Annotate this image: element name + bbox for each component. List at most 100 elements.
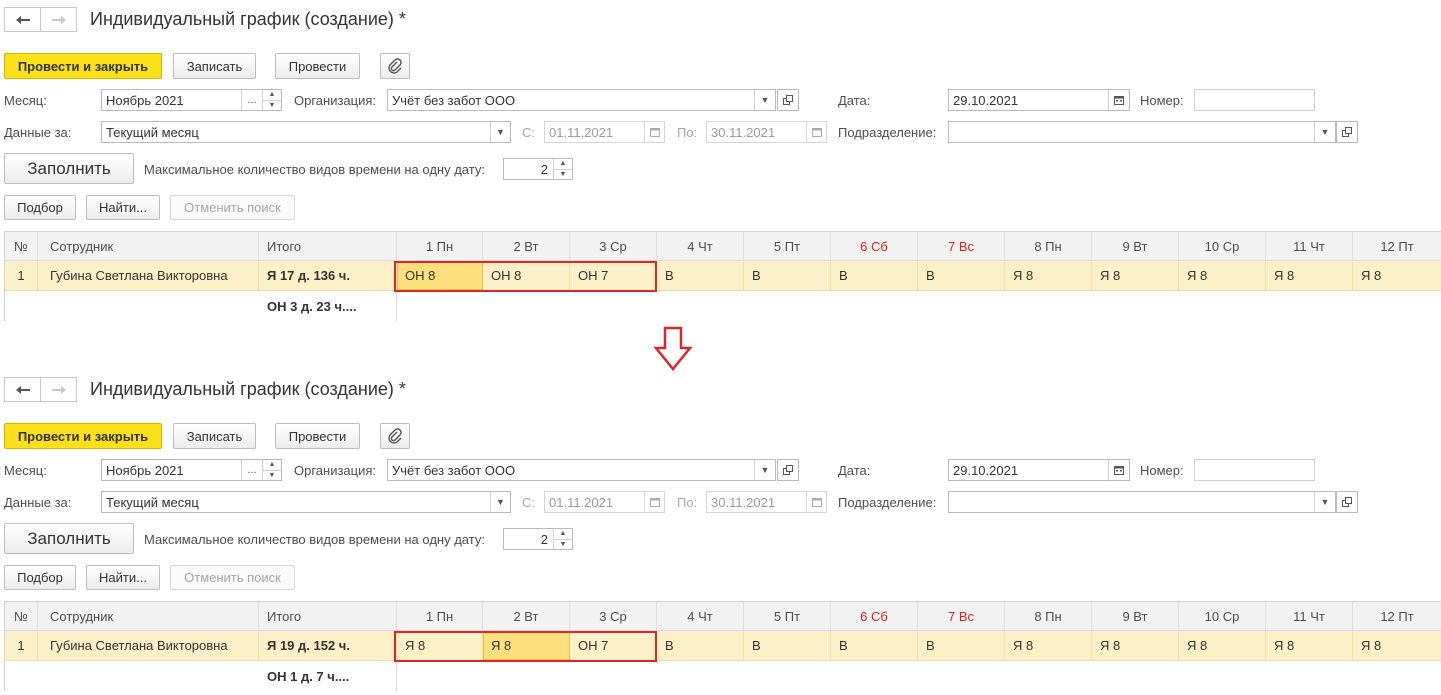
date-field[interactable]: 29.10.2021: [948, 459, 1109, 481]
max-types-field[interactable]: 2: [503, 528, 554, 550]
date-picker-button[interactable]: [1108, 89, 1130, 111]
month-select-button[interactable]: ...: [241, 459, 263, 481]
department-open-button[interactable]: [1336, 491, 1358, 513]
column-header-day[interactable]: 7 Вс: [918, 232, 1005, 260]
month-field[interactable]: Ноябрь 2021: [101, 459, 242, 481]
column-header-day[interactable]: 9 Вт: [1092, 232, 1179, 260]
column-header-num[interactable]: №: [5, 232, 38, 260]
day-cell[interactable]: Я 8: [1092, 631, 1179, 660]
organization-field[interactable]: Учёт без забот ООО: [387, 459, 755, 481]
column-header-day[interactable]: 12 Пт: [1353, 232, 1441, 260]
column-header-total[interactable]: Итого: [259, 602, 397, 630]
data-for-dropdown-button[interactable]: ▼: [490, 491, 511, 513]
day-cell[interactable]: Я 8: [1266, 631, 1353, 660]
column-header-day[interactable]: 1 Пн: [397, 232, 483, 260]
table-row[interactable]: 1 Губина Светлана Викторовна Я 17 д. 136…: [5, 261, 1441, 291]
cancel-search-button[interactable]: Отменить поиск: [170, 565, 295, 590]
forward-button[interactable]: [41, 377, 77, 402]
day-cell[interactable]: Я 8: [1353, 261, 1441, 290]
column-header-day[interactable]: 4 Чт: [657, 602, 744, 630]
day-cell[interactable]: Я 8: [1179, 261, 1266, 290]
organization-field[interactable]: Учёт без забот ООО: [387, 89, 755, 111]
organization-dropdown-button[interactable]: ▼: [754, 89, 776, 111]
column-header-employee[interactable]: Сотрудник: [38, 602, 259, 630]
to-date-field[interactable]: 30.11.2021: [706, 491, 807, 513]
day-cell[interactable]: В: [744, 261, 831, 290]
month-select-button[interactable]: ...: [241, 89, 263, 111]
data-for-field[interactable]: Текущий месяц: [101, 121, 491, 143]
column-header-total[interactable]: Итого: [259, 232, 397, 260]
day-cell[interactable]: Я 8: [1005, 261, 1092, 290]
day-cell[interactable]: В: [918, 261, 1005, 290]
spin-down-icon[interactable]: ▼: [263, 470, 281, 480]
day-cell[interactable]: Я 8: [1005, 631, 1092, 660]
day-cell[interactable]: В: [831, 631, 918, 660]
max-types-field[interactable]: 2: [503, 158, 554, 180]
column-header-day[interactable]: 4 Чт: [657, 232, 744, 260]
column-header-day[interactable]: 7 Вс: [918, 602, 1005, 630]
find-button[interactable]: Найти...: [86, 565, 160, 590]
fill-button[interactable]: Заполнить: [4, 523, 134, 554]
column-header-day[interactable]: 11 Чт: [1266, 232, 1353, 260]
column-header-day[interactable]: 12 Пт: [1353, 602, 1441, 630]
spin-up-icon[interactable]: ▲: [554, 529, 572, 539]
back-button[interactable]: [4, 377, 41, 402]
spin-down-icon[interactable]: ▼: [263, 100, 281, 110]
forward-button[interactable]: [41, 7, 77, 32]
spin-up-icon[interactable]: ▲: [263, 90, 281, 100]
data-for-dropdown-button[interactable]: ▼: [490, 121, 511, 143]
save-button[interactable]: Записать: [173, 423, 256, 449]
fill-button[interactable]: Заполнить: [4, 153, 134, 184]
to-date-picker-button[interactable]: [806, 491, 827, 513]
from-date-picker-button[interactable]: [644, 491, 665, 513]
column-header-day[interactable]: 9 Вт: [1092, 602, 1179, 630]
select-button[interactable]: Подбор: [4, 565, 76, 590]
to-date-picker-button[interactable]: [806, 121, 827, 143]
date-picker-button[interactable]: [1108, 459, 1130, 481]
post-and-close-button[interactable]: Провести и закрыть: [4, 423, 162, 449]
save-button[interactable]: Записать: [173, 53, 256, 79]
column-header-day[interactable]: 3 Ср: [570, 602, 657, 630]
post-and-close-button[interactable]: Провести и закрыть: [4, 53, 162, 79]
post-button[interactable]: Провести: [275, 53, 360, 79]
from-date-field[interactable]: 01.11.2021: [544, 491, 645, 513]
find-button[interactable]: Найти...: [86, 195, 160, 220]
column-header-day[interactable]: 8 Пн: [1005, 602, 1092, 630]
department-dropdown-button[interactable]: ▼: [1314, 491, 1336, 513]
table-row[interactable]: 1 Губина Светлана Викторовна Я 19 д. 152…: [5, 631, 1441, 661]
day-cell[interactable]: Я 8: [1179, 631, 1266, 660]
attach-button[interactable]: [380, 423, 410, 449]
day-cell[interactable]: В: [657, 261, 744, 290]
column-header-day[interactable]: 5 Пт: [744, 602, 831, 630]
total-cell[interactable]: Я 17 д. 136 ч.: [259, 261, 397, 290]
date-field[interactable]: 29.10.2021: [948, 89, 1109, 111]
column-header-day[interactable]: 10 Ср: [1179, 602, 1266, 630]
max-types-stepper[interactable]: ▲ ▼: [553, 158, 573, 180]
column-header-day[interactable]: 3 Ср: [570, 232, 657, 260]
department-field[interactable]: [948, 121, 1315, 143]
day-cell[interactable]: Я 8: [1092, 261, 1179, 290]
total-cell[interactable]: Я 19 д. 152 ч.: [259, 631, 397, 660]
number-field[interactable]: [1194, 89, 1315, 111]
department-field[interactable]: [948, 491, 1315, 513]
column-header-day[interactable]: 10 Ср: [1179, 232, 1266, 260]
day-cell[interactable]: В: [744, 631, 831, 660]
column-header-day[interactable]: 1 Пн: [397, 602, 483, 630]
from-date-picker-button[interactable]: [644, 121, 665, 143]
column-header-day[interactable]: 2 Вт: [483, 232, 570, 260]
spin-down-icon[interactable]: ▼: [554, 539, 572, 549]
attach-button[interactable]: [380, 53, 410, 79]
day-cell[interactable]: Я 8: [1266, 261, 1353, 290]
day-cell[interactable]: В: [831, 261, 918, 290]
from-date-field[interactable]: 01.11.2021: [544, 121, 645, 143]
column-header-day[interactable]: 6 Сб: [831, 232, 918, 260]
month-stepper[interactable]: ▲ ▼: [262, 459, 282, 481]
post-button[interactable]: Провести: [275, 423, 360, 449]
department-dropdown-button[interactable]: ▼: [1314, 121, 1336, 143]
employee-cell[interactable]: Губина Светлана Викторовна: [38, 631, 259, 660]
column-header-day[interactable]: 8 Пн: [1005, 232, 1092, 260]
day-cell[interactable]: В: [657, 631, 744, 660]
column-header-day[interactable]: 11 Чт: [1266, 602, 1353, 630]
month-stepper[interactable]: ▲ ▼: [262, 89, 282, 111]
employee-cell[interactable]: Губина Светлана Викторовна: [38, 261, 259, 290]
